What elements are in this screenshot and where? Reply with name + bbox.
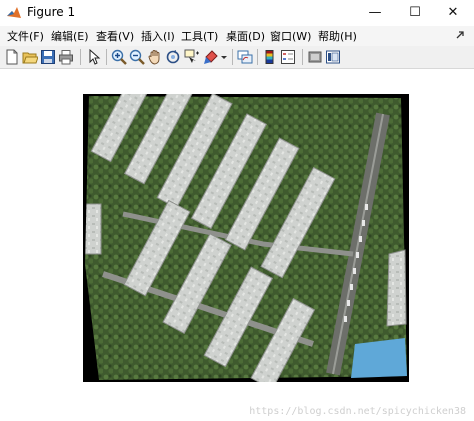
zoom-out-icon[interactable] (129, 49, 145, 65)
data-cursor-icon[interactable] (184, 49, 200, 65)
window-title: Figure 1 (27, 5, 76, 19)
menu-desktop[interactable]: 桌面(D) (226, 28, 265, 44)
close-button[interactable]: ✕ (430, 0, 474, 26)
figure-window: Figure 1 — ☐ ✕ 文件(F) 编辑(E) 查看(V) 插入(I) 工… (0, 0, 474, 421)
menu-view[interactable]: 查看(V) (96, 28, 134, 44)
link-plot-icon[interactable] (237, 49, 253, 65)
aerial-stitched-image (83, 94, 409, 382)
toolbar-separator (232, 49, 233, 65)
colorbar-icon[interactable] (262, 49, 278, 65)
watermark-text: https://blog.csdn.net/spicychicken38 (249, 406, 466, 417)
menu-edit[interactable]: 编辑(E) (51, 28, 89, 44)
zoom-in-icon[interactable] (111, 49, 127, 65)
pan-icon[interactable] (147, 49, 163, 65)
menu-file[interactable]: 文件(F) (7, 28, 44, 44)
dock-arrow-icon[interactable] (454, 29, 466, 41)
toolbar-separator (106, 49, 107, 65)
legend-icon[interactable] (280, 49, 296, 65)
menu-insert[interactable]: 插入(I) (141, 28, 175, 44)
toolbar-separator (80, 49, 81, 65)
menu-help[interactable]: 帮助(H) (318, 28, 357, 44)
chevron-down-icon[interactable] (219, 49, 229, 65)
save-icon[interactable] (40, 49, 56, 65)
new-figure-icon[interactable] (4, 49, 20, 65)
menu-tools[interactable]: 工具(T) (181, 28, 218, 44)
matlab-logo-icon (7, 7, 21, 18)
brush-icon[interactable] (203, 49, 219, 65)
toolbar-separator (302, 49, 303, 65)
hide-plot-tools-icon[interactable] (307, 49, 323, 65)
title-bar: Figure 1 — ☐ ✕ (0, 0, 474, 26)
show-plot-tools-icon[interactable] (325, 49, 341, 65)
toolbar-separator (257, 49, 258, 65)
rotate-3d-icon[interactable] (165, 49, 181, 65)
open-file-icon[interactable] (22, 49, 38, 65)
menu-bar: 文件(F) 编辑(E) 查看(V) 插入(I) 工具(T) 桌面(D) 窗口(W… (0, 26, 474, 46)
pointer-icon[interactable] (86, 49, 102, 65)
menu-window[interactable]: 窗口(W) (270, 28, 311, 44)
print-icon[interactable] (58, 49, 74, 65)
figure-canvas: https://blog.csdn.net/spicychicken38 (0, 69, 474, 421)
figure-toolbar (0, 46, 474, 69)
